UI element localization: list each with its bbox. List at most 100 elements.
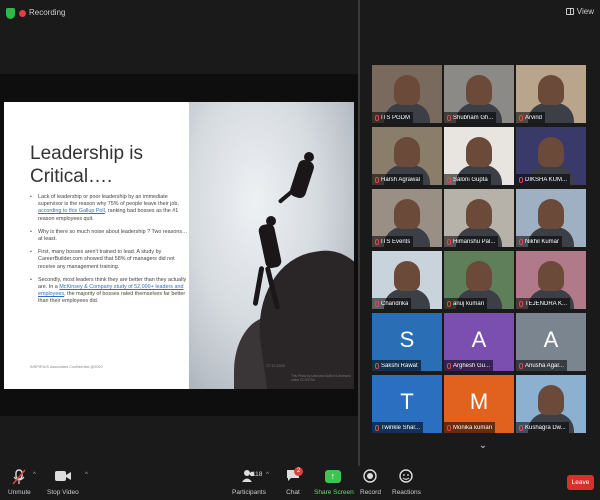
muted-mic-icon	[447, 238, 451, 245]
participant-name: anuj kumari	[453, 300, 485, 307]
participant-tile[interactable]: Nikhil Kumar	[516, 189, 586, 247]
muted-mic-icon	[519, 176, 523, 183]
participant-tile[interactable]: A Arghesh Gu...	[444, 313, 514, 371]
participant-nameplate: Monika kumari	[444, 422, 496, 433]
participant-head	[394, 137, 420, 167]
record-label: Record	[360, 489, 381, 496]
muted-mic-icon	[447, 176, 451, 183]
participant-initial: S	[399, 326, 415, 352]
participant-name: Shubham Gh...	[453, 114, 494, 121]
participant-tile[interactable]: TEJENDRA K...	[516, 251, 586, 309]
participant-tile[interactable]: Kushagra Dw...	[516, 375, 586, 433]
slide-image-climber-top-head	[304, 152, 314, 162]
participant-tile[interactable]: anuj kumari	[444, 251, 514, 309]
participant-tile[interactable]: T Twinkle Shar...	[372, 375, 442, 433]
slide-title-line1: Leadership is	[30, 143, 144, 164]
participant-name: Chandrika	[381, 300, 409, 307]
muted-mic-icon	[375, 300, 379, 307]
participant-tile[interactable]: DIKSHA KUM...	[516, 127, 586, 185]
participant-tile[interactable]: A Anusha Agar...	[516, 313, 586, 371]
participant-name: ITS Events	[381, 238, 411, 245]
participant-name: Sakshi Rawat	[381, 362, 418, 369]
participant-head	[538, 385, 564, 415]
participant-nameplate: Twinkle Shar...	[372, 422, 424, 433]
participant-tile[interactable]: ITS Events	[372, 189, 442, 247]
participant-head	[538, 261, 564, 291]
chat-button[interactable]: 2 Chat	[284, 467, 303, 496]
slide-image-climber-bottom-head	[266, 216, 276, 226]
recording-label: Recording	[29, 8, 66, 17]
participant-nameplate: Kushagra Dw...	[516, 422, 569, 433]
participant-tile[interactable]: S Sakshi Rawat	[372, 313, 442, 371]
slide-title-line2: Critical….	[30, 166, 113, 187]
chat-unread-badge: 2	[294, 467, 303, 476]
participant-nameplate: Arvind	[516, 112, 546, 123]
participant-name: Arvind	[525, 114, 543, 121]
participant-name: DIKSHA KUM...	[525, 176, 568, 183]
bullet-text: Why is there so much noise about leaders…	[38, 228, 188, 243]
unmute-label: Unmute	[8, 489, 31, 496]
muted-mic-icon	[375, 114, 379, 121]
participant-nameplate: Sakshi Rawat	[372, 360, 421, 371]
participant-initial: M	[469, 388, 489, 414]
participant-head	[466, 261, 492, 291]
participant-name: Monika kumari	[453, 424, 493, 431]
participant-tile[interactable]: M Monika kumari	[444, 375, 514, 433]
participant-nameplate: anuj kumari	[444, 298, 488, 309]
muted-mic-icon	[375, 362, 379, 369]
muted-mic-icon	[519, 238, 523, 245]
participant-tile[interactable]: Harsh Agrawal	[372, 127, 442, 185]
share-screen-button[interactable]: ↑ Share Screen	[314, 469, 354, 496]
gallery-next-page-chevron-down-icon[interactable]: ⌄	[474, 440, 492, 456]
gallup-poll-link[interactable]: according to this Gallup Poll	[38, 208, 105, 214]
participant-tile[interactable]: Himanshu Pal...	[444, 189, 514, 247]
participant-initial: A	[471, 326, 487, 352]
muted-mic-icon	[447, 362, 451, 369]
participants-label: Participants	[232, 489, 266, 496]
participant-tile[interactable]: Shubham Gh...	[444, 65, 514, 123]
muted-mic-icon	[519, 300, 523, 307]
participant-initial: T	[400, 388, 414, 414]
record-button[interactable]: Record	[360, 469, 381, 496]
stop-video-button[interactable]: Stop Video	[47, 469, 79, 496]
top-bar: Recording View	[0, 0, 600, 26]
participant-name: Saloni Gupta	[453, 176, 488, 183]
participant-head	[466, 199, 492, 229]
slide-bullets: Lack of leadership or poor leadership by…	[30, 194, 190, 312]
participant-nameplate: Anusha Agar...	[516, 360, 568, 371]
panel-divider[interactable]	[358, 0, 360, 466]
reactions-label: Reactions	[392, 489, 421, 496]
participant-head	[394, 199, 420, 229]
participant-head	[466, 75, 492, 105]
encryption-shield-icon[interactable]	[6, 8, 15, 19]
participant-tile[interactable]: Saloni Gupta	[444, 127, 514, 185]
video-options-caret-icon[interactable]: ^	[85, 472, 88, 478]
audio-options-caret-icon[interactable]: ^	[33, 472, 36, 478]
participant-name: Kushagra Dw...	[525, 424, 566, 431]
shared-screen: Leadership is Critical…. Lack of leaders…	[0, 74, 358, 416]
participants-button[interactable]: 118 Participants	[232, 469, 266, 496]
leave-button[interactable]: Leave	[567, 475, 594, 490]
participant-tile[interactable]: Arvind	[516, 65, 586, 123]
participant-name: TEJENDRA K...	[525, 300, 568, 307]
participant-head	[538, 137, 564, 167]
participant-tile[interactable]: ITS PGDM	[372, 65, 442, 123]
reactions-button[interactable]: Reactions	[392, 469, 421, 496]
participant-nameplate: DIKSHA KUM...	[516, 174, 571, 185]
recording-dot-icon	[19, 10, 26, 17]
stop-video-label: Stop Video	[47, 489, 79, 496]
reactions-smiley-icon	[397, 469, 415, 485]
participants-options-caret-icon[interactable]: ^	[266, 472, 269, 478]
muted-mic-icon	[375, 424, 379, 431]
muted-mic-icon	[519, 424, 523, 431]
participant-nameplate: TEJENDRA K...	[516, 298, 571, 309]
view-button[interactable]: View	[565, 7, 594, 16]
participant-name: Nikhil Kumar	[525, 238, 560, 245]
muted-microphone-icon	[10, 469, 28, 485]
participant-tile[interactable]: Chandrika	[372, 251, 442, 309]
bullet-text: First, many bosses aren't trained to lea…	[38, 249, 175, 270]
unmute-button[interactable]: Unmute	[8, 469, 31, 496]
participant-nameplate: ITS PGDM	[372, 112, 414, 123]
participant-name: Harsh Agrawal	[381, 176, 421, 183]
participants-count: 118	[251, 471, 263, 478]
